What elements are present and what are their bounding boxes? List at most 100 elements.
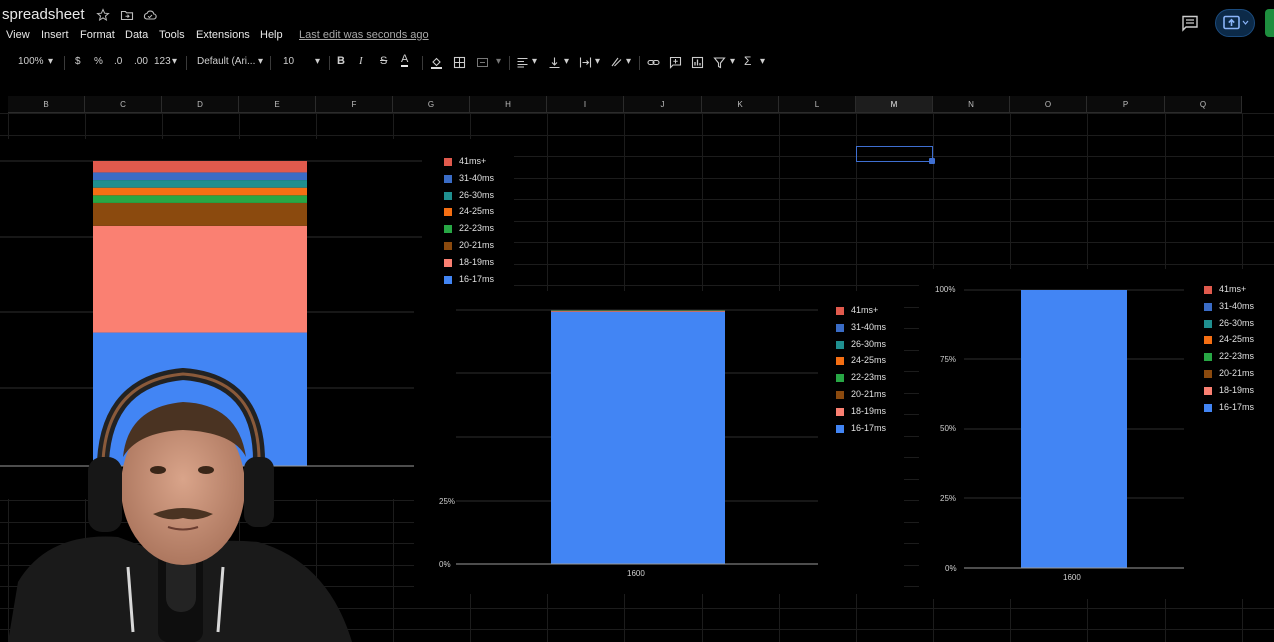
insert-chart-icon[interactable] [691, 56, 704, 69]
borders-icon[interactable] [453, 56, 466, 69]
merge-cells-icon[interactable] [476, 56, 489, 69]
column-header[interactable]: O [1010, 96, 1087, 113]
increase-decimal-button[interactable]: .00 [134, 56, 148, 67]
column-header[interactable]: M [856, 96, 933, 113]
number-format-select[interactable]: 123 [154, 56, 171, 67]
webcam-overlay-image [8, 367, 352, 642]
column-header[interactable]: F [316, 96, 393, 113]
title-bar: spreadsheet [0, 0, 1274, 37]
legend-swatch [1204, 302, 1212, 311]
legend-swatch [836, 307, 844, 315]
bar-segment-18-19ms [551, 311, 725, 312]
menu-format[interactable]: Format [80, 29, 115, 41]
legend-swatch [836, 323, 844, 332]
divider [422, 56, 423, 70]
functions-button[interactable]: Σ [744, 54, 751, 68]
bar-segment-20-21ms [93, 202, 307, 226]
zoom-select[interactable]: 100% [18, 56, 44, 67]
bar-segment-18-19ms [93, 225, 307, 333]
strikethrough-button[interactable]: S [380, 55, 387, 67]
column-header[interactable]: I [547, 96, 624, 113]
divider [186, 56, 187, 70]
chevron-down-icon: ▾ [496, 56, 502, 67]
comment-icon[interactable] [1181, 14, 1199, 32]
legend-swatch [836, 407, 844, 416]
account-edge[interactable] [1265, 9, 1274, 37]
legend-swatch [444, 242, 452, 250]
align-left-icon[interactable] [516, 56, 529, 69]
legend-label: 24-25ms [1219, 334, 1255, 345]
toolbar: 100% ▾ $ % .0 .00 123 ▾ Default (Ari... … [6, 51, 1268, 75]
text-color-button[interactable]: A [401, 53, 409, 67]
decrease-decimal-button[interactable]: .0 [114, 56, 122, 67]
menu-extensions[interactable]: Extensions [196, 29, 250, 41]
italic-button[interactable]: I [359, 55, 363, 67]
chevron-down-icon: ▾ [564, 56, 570, 67]
link-icon[interactable] [647, 56, 660, 69]
selected-cell[interactable] [856, 146, 933, 162]
column-header[interactable]: L [779, 96, 856, 113]
font-size-select[interactable]: 10 [283, 56, 294, 67]
bar-segment-24-25ms [93, 187, 307, 196]
bar-segment-16-17ms [1021, 290, 1127, 568]
menu-insert[interactable]: Insert [41, 29, 69, 41]
column-header[interactable]: J [624, 96, 702, 113]
grid-row-line [0, 135, 1274, 136]
divider [64, 56, 65, 70]
text-rotation-icon[interactable] [610, 56, 623, 69]
legend-label: 31-40ms [851, 321, 887, 332]
x-tick-label: 1600 [1063, 573, 1081, 582]
insert-comment-icon[interactable] [669, 56, 682, 69]
font-select[interactable]: Default (Ari... [197, 56, 255, 67]
legend-label: 31-40ms [459, 172, 495, 183]
column-header[interactable]: G [393, 96, 470, 113]
legend-label: 31-40ms [1219, 300, 1255, 311]
legend-label: 24-25ms [851, 355, 887, 366]
legend-swatch [1204, 319, 1212, 328]
last-edit-link[interactable]: Last edit was seconds ago [299, 29, 429, 41]
legend-label: 22-23ms [851, 372, 887, 383]
column-header[interactable]: K [702, 96, 779, 113]
legend-swatch [836, 391, 844, 399]
chevron-down-icon: ▾ [626, 56, 632, 67]
star-icon[interactable] [96, 8, 110, 22]
column-header[interactable]: B [8, 96, 85, 113]
column-header[interactable]: N [933, 96, 1010, 113]
legend-label: 26-30ms [1219, 317, 1255, 328]
legend-label: 18-19ms [1219, 384, 1255, 395]
chart-2[interactable]: 41ms+ 31-40ms 26-30ms 24-25ms 22-23ms 20-21ms… [414, 291, 904, 594]
fill-handle[interactable] [929, 158, 935, 164]
legend-swatch [836, 340, 844, 349]
column-header[interactable]: E [239, 96, 316, 113]
legend-swatch [1204, 353, 1212, 362]
chevron-down-icon: ▾ [48, 56, 54, 67]
column-header[interactable]: Q [1165, 96, 1242, 113]
column-header[interactable]: H [470, 96, 547, 113]
legend-label: 22-23ms [1219, 351, 1255, 362]
column-header[interactable]: D [162, 96, 239, 113]
chevron-down-icon: ▾ [760, 56, 766, 67]
folder-icon[interactable] [120, 8, 134, 22]
menu-help[interactable]: Help [260, 29, 283, 41]
percent-button[interactable]: % [94, 56, 103, 67]
column-header[interactable]: C [85, 96, 162, 113]
fill-color-icon[interactable] [430, 56, 443, 69]
currency-button[interactable]: $ [75, 56, 81, 67]
menu-data[interactable]: Data [125, 29, 148, 41]
cloud-icon[interactable] [143, 8, 157, 22]
filter-icon[interactable] [713, 56, 726, 69]
grid-row-line [0, 113, 1274, 114]
chart-3[interactable]: 41ms+ 31-40ms 26-30ms 24-25ms 22-23ms 20-21ms… [919, 269, 1274, 599]
bold-button[interactable]: B [337, 55, 345, 67]
menu-tools[interactable]: Tools [159, 29, 185, 41]
text-wrap-icon[interactable] [579, 56, 592, 69]
present-button[interactable] [1215, 9, 1255, 37]
document-title[interactable]: spreadsheet [2, 6, 85, 23]
menu-view[interactable]: View [6, 29, 30, 41]
legend-label: 20-21ms [851, 389, 887, 399]
vertical-align-icon[interactable] [548, 56, 561, 69]
chevron-down-icon: ▾ [532, 56, 538, 67]
x-tick-label: 1600 [627, 569, 645, 578]
column-header[interactable]: P [1087, 96, 1165, 113]
chevron-down-icon: ▾ [315, 56, 321, 67]
